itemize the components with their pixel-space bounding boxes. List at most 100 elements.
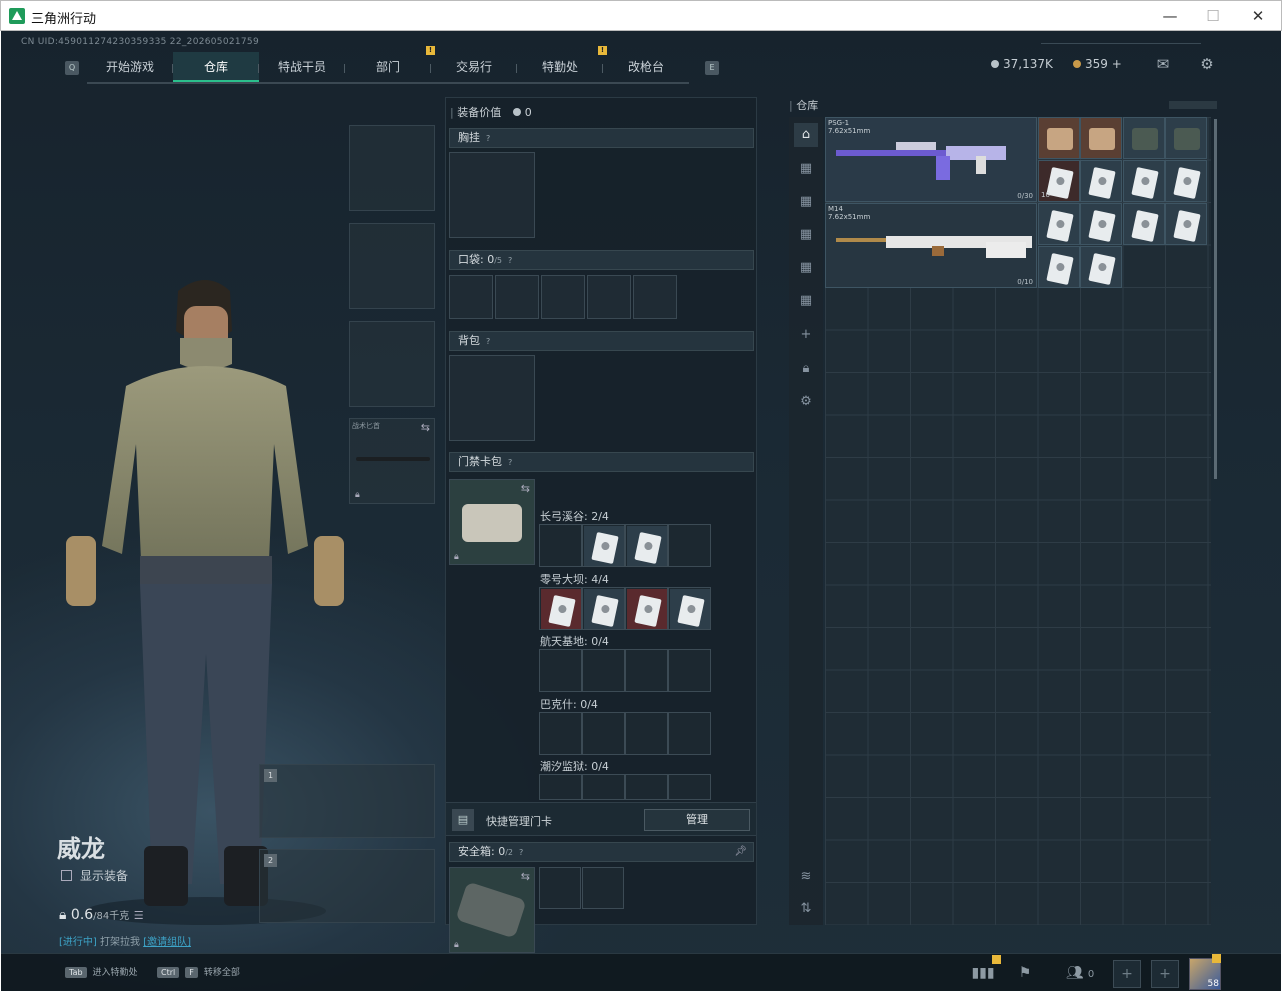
keycard-cell[interactable]: [625, 524, 668, 567]
tab-6[interactable]: 改枪台: [603, 52, 689, 82]
add-currency-button[interactable]: +: [1112, 57, 1122, 71]
safe-box-slot[interactable]: ⇆ 🔒︎: [449, 867, 535, 953]
warehouse-item[interactable]: [1123, 203, 1165, 245]
nav-prev-key[interactable]: Q: [65, 61, 79, 75]
sort-icon[interactable]: ⇅: [794, 897, 818, 921]
add-party-member-button[interactable]: +: [1151, 960, 1179, 988]
stats-icon[interactable]: ▮▮▮: [971, 961, 995, 985]
gear-icon[interactable]: ⚙: [1197, 55, 1217, 75]
add-tab-icon[interactable]: +: [794, 323, 818, 347]
manage-button[interactable]: 管理: [644, 809, 750, 831]
help-icon[interactable]: ?: [519, 848, 523, 857]
helmet-slot[interactable]: [349, 125, 435, 211]
warehouse-grid[interactable]: PSG-1 7.62x51mm 0/30 M14 7.62x51mm 0/10 …: [825, 117, 1211, 925]
show-equipment-toggle[interactable]: 显示装备: [61, 867, 128, 884]
keycard-cell[interactable]: [668, 524, 711, 567]
warehouse-item[interactable]: [1123, 117, 1165, 159]
nav-next-key[interactable]: E: [705, 61, 719, 75]
safe-box-cell[interactable]: [582, 867, 624, 909]
pocket-slot[interactable]: [587, 275, 631, 319]
keycard-cell[interactable]: [582, 524, 625, 567]
swap-icon[interactable]: ⇆: [521, 482, 530, 495]
primary-weapon-slot[interactable]: 1: [259, 764, 435, 838]
armor-slot[interactable]: [349, 223, 435, 309]
swap-icon[interactable]: ⇆: [421, 421, 430, 434]
keycard-cell[interactable]: [582, 712, 625, 755]
enter-hq-hint[interactable]: Tab 进入特勤处: [65, 965, 138, 978]
keycard-cell[interactable]: [539, 649, 582, 692]
keycard-cell[interactable]: [668, 712, 711, 755]
storage-tab-icon[interactable]: ▦: [794, 157, 818, 181]
keycard-item[interactable]: [627, 526, 667, 566]
layers-icon[interactable]: ≋: [794, 865, 818, 889]
keycard-case-slot[interactable]: ⇆ 🔒︎: [449, 479, 535, 565]
keycard-cell[interactable]: [582, 774, 625, 800]
pin-icon[interactable]: 📌︎: [734, 843, 747, 861]
help-icon[interactable]: ?: [486, 337, 490, 346]
tab-1[interactable]: 仓库: [173, 52, 259, 82]
pistol-slot[interactable]: [349, 321, 435, 407]
storage-tab-icon[interactable]: ▦: [794, 190, 818, 214]
keycard-cell[interactable]: [539, 524, 582, 567]
warehouse-item[interactable]: [1038, 203, 1080, 245]
warehouse-item[interactable]: [1038, 117, 1080, 159]
maximize-button[interactable]: ☐: [1196, 5, 1230, 27]
pocket-slot[interactable]: [633, 275, 677, 319]
keycard-item[interactable]: [627, 589, 667, 629]
keycard-cell[interactable]: [539, 712, 582, 755]
warehouse-scrollbar[interactable]: [1214, 119, 1217, 479]
keycard-cell[interactable]: [625, 649, 668, 692]
pocket-slot[interactable]: [449, 275, 493, 319]
warehouse-item[interactable]: [1080, 246, 1122, 288]
keycard-cell[interactable]: [539, 774, 582, 800]
tab-2[interactable]: 特战干员: [259, 52, 345, 82]
friends-icon[interactable]: 👥︎ 0: [1063, 961, 1097, 985]
minimize-button[interactable]: —: [1153, 5, 1187, 27]
help-icon[interactable]: ?: [486, 134, 490, 143]
tab-0[interactable]: 开始游戏: [87, 52, 173, 82]
warehouse-item[interactable]: [1080, 160, 1122, 202]
gear-icon[interactable]: ⚙: [794, 390, 818, 414]
storage-tab-icon[interactable]: ▦: [794, 256, 818, 280]
help-icon[interactable]: ?: [508, 458, 512, 467]
close-button[interactable]: ✕: [1241, 5, 1275, 27]
keycard-cell[interactable]: [668, 587, 711, 630]
add-party-member-button[interactable]: +: [1113, 960, 1141, 988]
warehouse-item[interactable]: [1165, 160, 1207, 202]
show-equipment-checkbox[interactable]: [61, 870, 72, 881]
m14-rifle-item[interactable]: M14 7.62x51mm 0/10: [825, 203, 1037, 288]
knife-slot[interactable]: 战术匕首 ⇆ 🔒︎: [349, 418, 435, 504]
keycard-cell[interactable]: [668, 774, 711, 800]
keycard-cell[interactable]: [582, 649, 625, 692]
keycard-item[interactable]: [584, 589, 624, 629]
tab-3[interactable]: 部门!: [345, 46, 435, 82]
pocket-slot[interactable]: [495, 275, 539, 319]
storage-tab-icon[interactable]: ▦: [794, 223, 818, 247]
safe-box-cell[interactable]: [539, 867, 581, 909]
keycard-item[interactable]: [541, 589, 581, 629]
warehouse-home-icon[interactable]: ⌂: [794, 123, 818, 147]
warehouse-item[interactable]: [1165, 203, 1207, 245]
storage-tab-icon[interactable]: ▦: [794, 289, 818, 313]
keycard-cell[interactable]: [625, 712, 668, 755]
secondary-weapon-slot[interactable]: 2: [259, 849, 435, 923]
warehouse-item[interactable]: [1080, 203, 1122, 245]
warehouse-item[interactable]: [1123, 160, 1165, 202]
tab-4[interactable]: 交易行: [431, 52, 517, 82]
keycard-cell[interactable]: [668, 649, 711, 692]
backpack-slot[interactable]: [449, 355, 535, 441]
tab-5[interactable]: 特勤处!: [517, 46, 607, 82]
chest-rig-slot[interactable]: [449, 152, 535, 238]
warehouse-item[interactable]: [1165, 117, 1207, 159]
flag-icon[interactable]: ⚑: [1013, 961, 1037, 985]
keycard-cell[interactable]: [539, 587, 582, 630]
keycard-cell[interactable]: [625, 774, 668, 800]
swap-icon[interactable]: ⇆: [521, 870, 530, 883]
pocket-slot[interactable]: [541, 275, 585, 319]
transfer-all-hint[interactable]: Ctrl F 转移全部: [157, 965, 240, 978]
help-icon[interactable]: ?: [508, 256, 512, 265]
lock-icon[interactable]: 🔒︎: [794, 357, 818, 381]
keycard-cell[interactable]: [625, 587, 668, 630]
warehouse-item[interactable]: [1038, 246, 1080, 288]
list-icon[interactable]: ☰: [134, 909, 144, 922]
